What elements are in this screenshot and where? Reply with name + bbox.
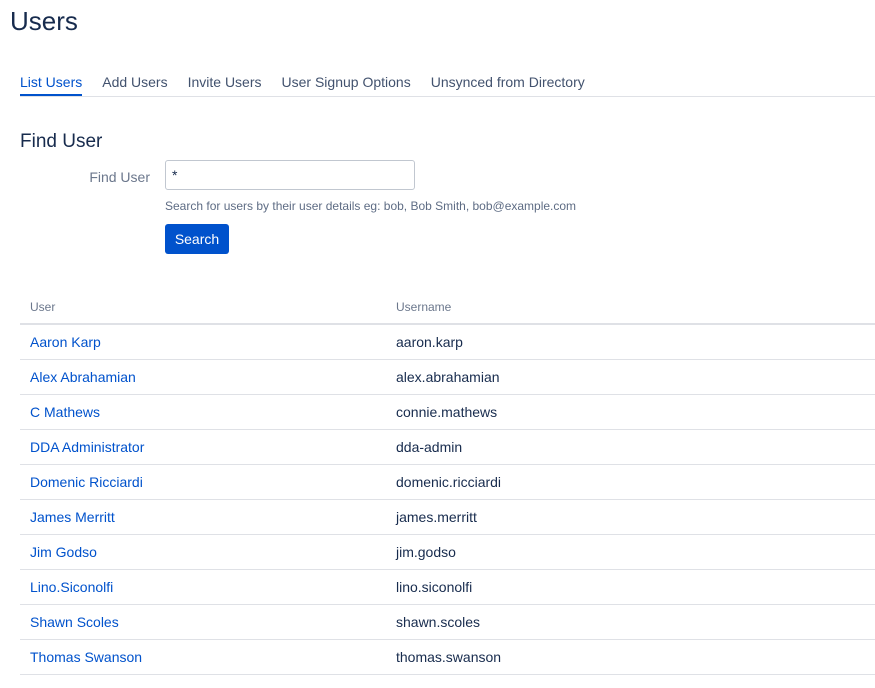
user-link[interactable]: DDA Administrator xyxy=(30,439,144,455)
username-cell: lino.siconolfi xyxy=(386,569,875,605)
username-cell: shawn.scoles xyxy=(386,604,875,640)
table-row: James Merritt james.merritt xyxy=(20,499,875,535)
tab-user-signup-options[interactable]: User Signup Options xyxy=(282,72,411,94)
user-link[interactable]: Thomas Swanson xyxy=(30,649,142,665)
user-link[interactable]: Shawn Scoles xyxy=(30,614,119,630)
column-header-username: Username xyxy=(386,290,875,325)
table-row: Thomas Swanson thomas.swanson xyxy=(20,639,875,675)
username-cell: dda-admin xyxy=(386,429,875,465)
user-link[interactable]: C Mathews xyxy=(30,404,100,420)
table-row: Alex Abrahamian alex.abrahamian xyxy=(20,359,875,395)
column-header-user: User xyxy=(20,290,386,325)
table-row: DDA Administrator dda-admin xyxy=(20,429,875,465)
user-link[interactable]: James Merritt xyxy=(30,509,115,525)
username-cell: alex.abrahamian xyxy=(386,359,875,395)
username-cell: jim.godso xyxy=(386,534,875,570)
tab-list-users[interactable]: List Users xyxy=(20,72,83,96)
user-link[interactable]: Jim Godso xyxy=(30,544,97,560)
user-cell: James Merritt xyxy=(20,499,386,535)
user-link[interactable]: Aaron Karp xyxy=(30,334,101,350)
user-cell: Lino.Siconolfi xyxy=(20,569,386,605)
table-row: Aaron Karp aaron.karp xyxy=(20,324,875,360)
tab-bar: List Users Add Users Invite Users User S… xyxy=(20,72,875,97)
user-cell: DDA Administrator xyxy=(20,429,386,465)
user-cell: Aaron Karp xyxy=(20,324,386,360)
find-user-input[interactable] xyxy=(165,160,415,190)
table-row: Jim Godso jim.godso xyxy=(20,534,875,570)
user-cell: C Mathews xyxy=(20,394,386,430)
page-title: Users xyxy=(10,6,78,36)
username-cell: domenic.ricciardi xyxy=(386,464,875,500)
username-cell: james.merritt xyxy=(386,499,875,535)
table-row: Lino.Siconolfi lino.siconolfi xyxy=(20,569,875,605)
username-cell: connie.mathews xyxy=(386,394,875,430)
username-cell: thomas.swanson xyxy=(386,639,875,675)
table-row: C Mathews connie.mathews xyxy=(20,394,875,430)
user-cell: Shawn Scoles xyxy=(20,604,386,640)
tab-add-users[interactable]: Add Users xyxy=(102,72,167,94)
table-row: Shawn Scoles shawn.scoles xyxy=(20,604,875,640)
tab-invite-users[interactable]: Invite Users xyxy=(188,72,262,94)
find-user-heading: Find User xyxy=(20,131,103,152)
users-table: User Username Aaron Karp aaron.karp Alex… xyxy=(20,290,875,675)
user-cell: Jim Godso xyxy=(20,534,386,570)
user-cell: Thomas Swanson xyxy=(20,639,386,675)
username-cell: aaron.karp xyxy=(386,324,875,360)
table-header-row: User Username xyxy=(20,290,875,325)
search-button[interactable]: Search xyxy=(165,224,229,254)
user-link[interactable]: Domenic Ricciardi xyxy=(30,474,143,490)
user-link[interactable]: Alex Abrahamian xyxy=(30,369,136,385)
find-user-help-text: Search for users by their user details e… xyxy=(165,199,577,213)
tab-unsynced-from-directory[interactable]: Unsynced from Directory xyxy=(431,72,585,94)
find-user-label: Find User xyxy=(89,169,150,185)
user-cell: Alex Abrahamian xyxy=(20,359,386,395)
user-link[interactable]: Lino.Siconolfi xyxy=(30,579,113,595)
user-cell: Domenic Ricciardi xyxy=(20,464,386,500)
table-row: Domenic Ricciardi domenic.ricciardi xyxy=(20,464,875,500)
